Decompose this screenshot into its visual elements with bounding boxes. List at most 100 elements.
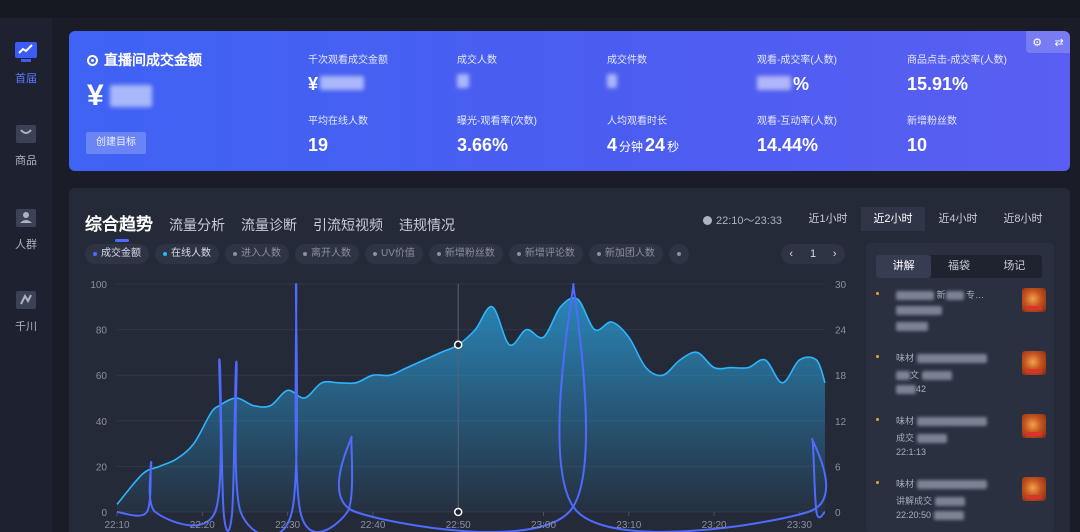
trend-chart[interactable]: 0 20 40 60 80 100 0 6 12 18 24 30 22:10 22:20 22:30 22:… <box>69 272 859 532</box>
sidebar-item-label: 首届 <box>15 73 37 85</box>
tab-explain[interactable]: 讲解 <box>876 255 932 278</box>
list-marker <box>876 355 879 358</box>
product-thumbnail <box>1022 414 1046 438</box>
y-right-tick-label: 24 <box>835 326 847 337</box>
tab-field-notes[interactable]: 场记 <box>987 255 1042 278</box>
masked-text <box>896 322 928 332</box>
panel-tools: ⚙ ⇄ <box>1026 31 1070 53</box>
gear-icon[interactable]: ⚙ <box>1032 36 1042 49</box>
list-item[interactable]: 新 专… <box>876 288 1046 346</box>
chip-online[interactable]: 在线人数 <box>155 244 219 264</box>
metric-value: 10 <box>907 135 928 155</box>
y-left-tick-label: 0 <box>101 508 107 519</box>
chip-more[interactable] <box>668 244 689 264</box>
sidebar-item-audience[interactable]: 人群 <box>0 204 52 252</box>
item-time-text: 22:20:50 <box>896 510 932 520</box>
item-title-text: 专 <box>966 290 976 300</box>
chip-new-fans[interactable]: 新增粉丝数 <box>428 244 503 264</box>
metric-chips: 成交金额 在线人数 进入人数 离开人数 UV价值 新增粉丝数 新增评论数 新加团… <box>85 244 689 264</box>
sidebar-item-products[interactable]: 商品 <box>0 120 52 168</box>
metric-exposure-view: 曝光-观看率(次数) 3.66% <box>457 112 537 156</box>
item-subtitle-text: 文 <box>910 370 920 380</box>
item-time-text: 42 <box>916 384 927 394</box>
masked-text <box>896 306 942 316</box>
summary-title: 直播间成交金额 <box>87 50 202 70</box>
item-time: 22:20:50 <box>896 510 964 521</box>
sidebar-item-qianchuan[interactable]: 千川 <box>0 286 52 334</box>
pager-prev-button[interactable]: ‹ <box>789 248 793 260</box>
range-selector: 近1小时 近2小时 近4小时 近8小时 <box>796 207 1055 231</box>
tab-lucky-bag[interactable]: 福袋 <box>931 255 986 278</box>
metric-label: 商品点击-成交率(人数) <box>907 55 1007 66</box>
chip-label: 离开人数 <box>311 248 351 259</box>
pager-page: 1 <box>809 248 817 260</box>
sidebar-item-label: 人群 <box>15 239 37 251</box>
top-bar <box>0 0 1080 18</box>
item-time: 22:1:13 <box>896 447 926 457</box>
time-range-display: 22:10～23:33 <box>703 212 782 228</box>
masked-text <box>933 511 964 521</box>
explain-tabs: 讲解 福袋 场记 <box>876 255 1042 278</box>
metric-new-followers: 新增粉丝数 10 <box>907 112 957 156</box>
qianchuan-icon <box>16 291 36 309</box>
create-goal-button[interactable]: 创建目标 <box>86 132 146 154</box>
gmv-value: ¥ <box>87 79 152 113</box>
chip-gmv[interactable]: 成交金额 <box>85 244 149 264</box>
metric-value <box>607 74 647 88</box>
metric-label: 观看-互动率(人数) <box>757 116 837 127</box>
masked-text <box>921 371 952 381</box>
range-2h-button[interactable]: 近2小时 <box>861 207 925 231</box>
sidebar-item-home[interactable]: 首届 <box>0 38 52 86</box>
home-chart-icon <box>15 42 37 62</box>
masked-text <box>934 497 965 507</box>
tab-traffic-diagnosis[interactable]: 流量诊断 <box>241 215 297 235</box>
y-left-tick-label: 80 <box>96 326 108 337</box>
metric-avg-watch-time: 人均观看时长 4 分钟 24 秒 <box>607 112 679 156</box>
item-time: 42 <box>896 384 927 395</box>
item-title: 味材 <box>896 351 987 364</box>
x-tick-label: 23:20 <box>702 520 727 531</box>
chip-enter[interactable]: 进入人数 <box>225 244 289 264</box>
summary-title-text: 直播间成交金额 <box>104 52 202 68</box>
masked-text <box>916 434 947 444</box>
x-tick-label: 22:50 <box>446 520 471 531</box>
tab-violations[interactable]: 违规情况 <box>399 215 455 235</box>
chip-dot <box>373 252 377 256</box>
range-4h-button[interactable]: 近4小时 <box>926 207 990 231</box>
list-item[interactable]: 味材 文 42 <box>876 351 1046 409</box>
metric-value-text: % <box>793 74 810 94</box>
list-item[interactable]: 味材 成交 22:1:13 <box>876 414 1046 472</box>
chip-dot <box>596 252 601 256</box>
swap-icon[interactable]: ⇄ <box>1055 36 1064 49</box>
audience-icon <box>16 209 36 227</box>
chip-leave[interactable]: 离开人数 <box>295 244 359 264</box>
chip-dot <box>516 252 521 256</box>
metric-value: % <box>757 74 837 95</box>
range-8h-button[interactable]: 近8小时 <box>991 207 1055 231</box>
tab-overall-trend[interactable]: 综合趋势 <box>85 210 153 242</box>
chip-dot <box>436 252 441 256</box>
metric-view-conversion: 观看-成交率(人数) % <box>757 51 837 95</box>
tab-short-videos[interactable]: 引流短视频 <box>313 215 383 235</box>
tab-traffic-analysis[interactable]: 流量分析 <box>169 215 225 235</box>
masked-text <box>896 371 910 381</box>
item-time <box>896 321 928 332</box>
y-right-tick-label: 18 <box>835 371 847 382</box>
list-item[interactable]: 味材 讲解成交 22:20:50 <box>876 477 1046 532</box>
pager-next-button[interactable]: › <box>833 248 837 260</box>
masked-text <box>916 417 987 427</box>
chip-new-comments[interactable]: 新增评论数 <box>508 244 583 264</box>
currency-symbol: ¥ <box>87 79 104 112</box>
metric-value: 3.66% <box>457 135 509 155</box>
list-marker <box>876 481 879 484</box>
masked-value <box>320 76 365 90</box>
metric-label: 新增粉丝数 <box>907 116 957 127</box>
x-tick-label: 23:30 <box>787 520 812 531</box>
chip-label: 新增粉丝数 <box>444 248 495 259</box>
range-1h-button[interactable]: 近1小时 <box>796 207 860 231</box>
chip-new-group[interactable]: 新加团人数 <box>588 244 663 264</box>
metric-value <box>457 74 497 88</box>
chip-uv-value[interactable]: UV价值 <box>365 244 423 264</box>
chip-dot <box>303 252 307 256</box>
live-summary-panel: 直播间成交金额 ¥ 创建目标 ⚙ ⇄ 千次观看成交金额 ¥ 成交人数 成交件数 <box>69 31 1070 171</box>
